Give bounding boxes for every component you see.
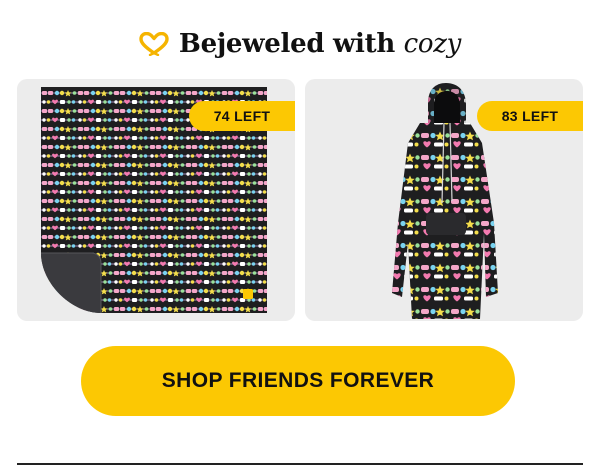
- headline-title: Bejeweled with cozy: [178, 29, 462, 59]
- header: Bejeweled with cozy: [0, 22, 600, 66]
- shop-friends-forever-button[interactable]: SHOP FRIENDS FOREVER: [81, 346, 515, 416]
- heart-hands-icon: [139, 32, 169, 56]
- divider: [17, 463, 583, 465]
- stock-badge-blanket: 74 LEFT: [189, 101, 295, 131]
- cta-label: SHOP FRIENDS FOREVER: [161, 369, 435, 392]
- stock-badge-hoodie: 83 LEFT: [477, 101, 583, 131]
